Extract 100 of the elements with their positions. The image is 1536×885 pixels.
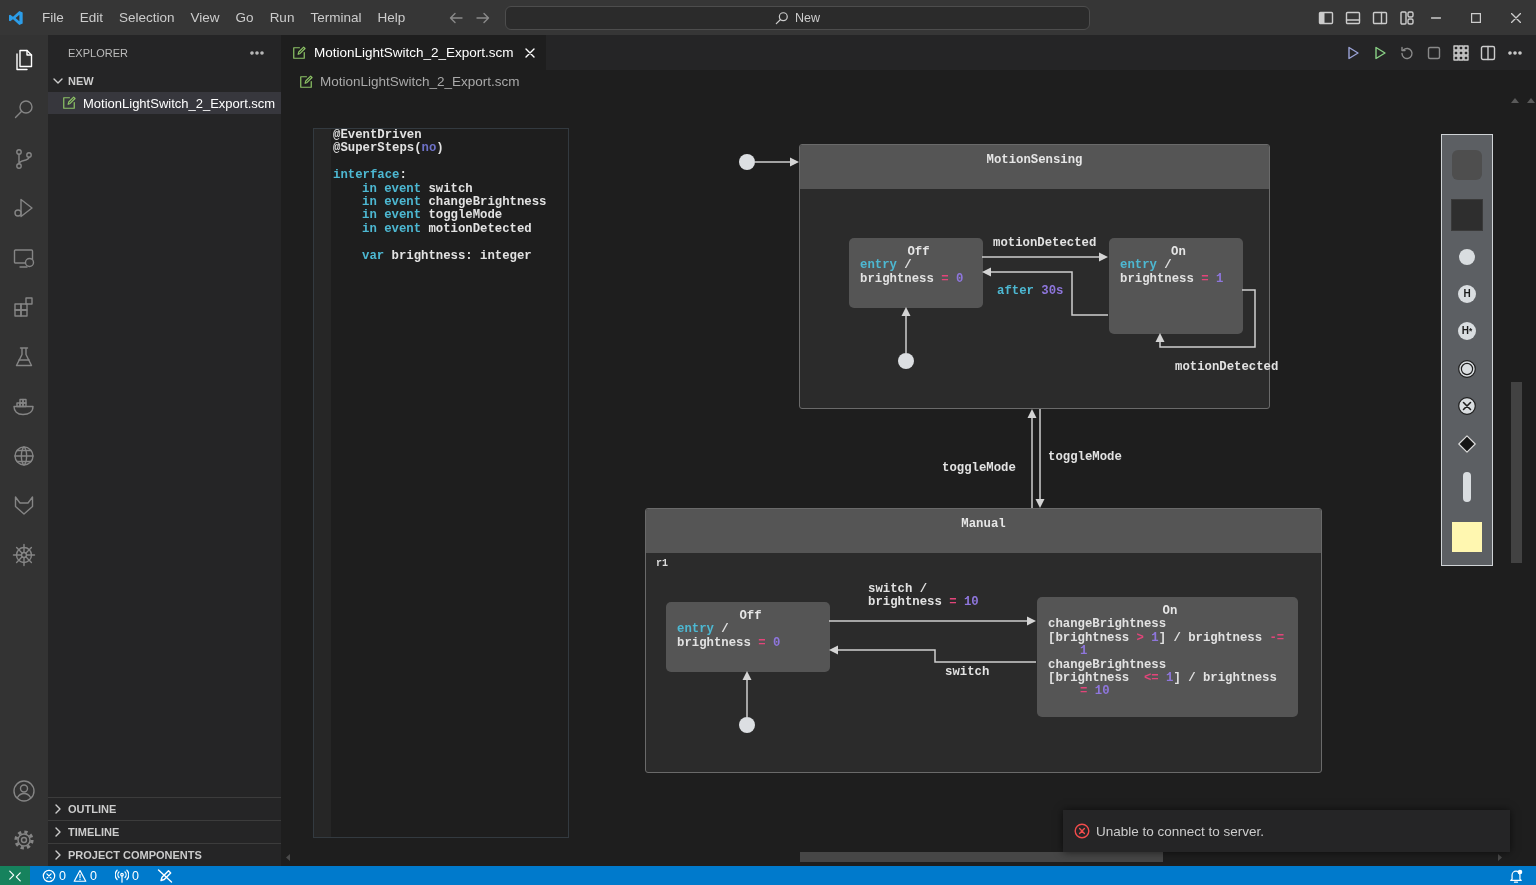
bell-icon[interactable] xyxy=(1509,868,1523,883)
pencil-square-icon xyxy=(292,45,306,60)
tree-item[interactable]: MotionLightSwitch_2_Export.scm xyxy=(48,92,281,114)
section-header[interactable]: OUTLINE xyxy=(48,797,281,820)
maximize-icon[interactable] xyxy=(1471,12,1481,23)
play-icon[interactable] xyxy=(1372,44,1388,61)
composite-state-header: Manual xyxy=(646,509,1321,553)
transition-arrow[interactable] xyxy=(981,252,1108,262)
refresh-icon[interactable] xyxy=(1399,44,1415,61)
grid-icon[interactable] xyxy=(1453,44,1469,61)
transition-label: after 30s xyxy=(997,285,1064,299)
close-icon[interactable] xyxy=(1511,12,1521,23)
state-node[interactable]: On changeBrightness [brightness > 1] / brightness -= 1 changeBrightness [brightness <= 1] / brightness = 10 xyxy=(1037,597,1298,717)
section-header[interactable]: TIMELINE xyxy=(48,820,281,843)
play-outline-icon[interactable] xyxy=(1345,44,1361,61)
bar-icon xyxy=(1463,472,1471,502)
transition-arrow[interactable] xyxy=(1155,289,1256,348)
menu-item[interactable]: Terminal xyxy=(302,0,370,35)
palette-tool-button[interactable] xyxy=(1458,359,1476,378)
state-actions: entry / brightness = 0 xyxy=(677,623,782,651)
menu-item[interactable]: Help xyxy=(369,0,414,35)
sidebar-title: EXPLORER xyxy=(68,46,128,59)
state-name: Off xyxy=(906,246,931,259)
crossed-circle-icon xyxy=(1458,397,1476,415)
broadcast-icon xyxy=(114,868,129,883)
problems-button[interactable]: 0 0 xyxy=(42,866,101,885)
error-icon xyxy=(42,868,56,883)
diamond-icon xyxy=(1458,434,1476,453)
ring-icon xyxy=(1458,359,1476,378)
triangle-left-icon xyxy=(286,854,290,861)
breadcrumb-item[interactable]: MotionLightSwitch_2_Export.scm xyxy=(320,74,520,89)
transition-label: toggleMode xyxy=(942,462,1016,476)
menu-item[interactable]: Go xyxy=(227,0,262,35)
transition-label: motionDetected xyxy=(993,237,1097,251)
section-header[interactable]: NEW xyxy=(48,70,281,92)
dot-icon xyxy=(1459,249,1475,265)
scrollbar-thumb[interactable] xyxy=(1511,382,1522,563)
command-center[interactable]: New xyxy=(505,5,1090,30)
search-icon xyxy=(775,10,789,25)
note-button[interactable] xyxy=(1452,521,1482,552)
right-panel-icon[interactable] xyxy=(1372,9,1388,26)
split-editor-icon[interactable] xyxy=(1480,44,1496,61)
transition-arrow[interactable] xyxy=(901,307,911,354)
remote-button[interactable] xyxy=(0,866,30,885)
transition-label: switch / brightness = 10 xyxy=(868,583,979,610)
initial-dot-icon[interactable] xyxy=(739,154,755,170)
layout-grid-icon[interactable] xyxy=(1399,9,1415,26)
initial-dot-icon[interactable] xyxy=(739,717,755,733)
code-line: var brightness: integer xyxy=(362,249,533,264)
menu-item[interactable]: Edit xyxy=(71,0,112,35)
bottom-panel-icon[interactable] xyxy=(1345,9,1361,26)
menu-item[interactable]: File xyxy=(34,0,72,35)
account-icon xyxy=(12,778,36,803)
composite-state-header: MotionSensing xyxy=(800,145,1269,189)
menu-item[interactable]: Run xyxy=(261,0,303,35)
ports-button[interactable]: 0 xyxy=(114,866,143,885)
ship-wheel-icon xyxy=(12,542,36,567)
menu-item[interactable]: Selection xyxy=(111,0,183,35)
settings-icon xyxy=(12,828,36,853)
left-panel-icon[interactable] xyxy=(1318,9,1334,26)
editor-tab[interactable]: MotionLightSwitch_2_Export.scm xyxy=(281,35,546,70)
remote-icon xyxy=(8,868,22,883)
state-actions: changeBrightness [brightness > 1] / brightness -= 1 changeBrightness [brightness <= 1] / brightness = 10 xyxy=(1048,618,1286,699)
code-line: in event motionDetected xyxy=(362,222,533,237)
code-editor-panel[interactable]: @EventDriven @SuperSteps(no) interface: in event switch in event changeBrightness in event toggleMode in event motionDetected var brightness: integer xyxy=(313,128,569,838)
menu-item[interactable]: View xyxy=(182,0,228,35)
globe-icon xyxy=(12,443,36,468)
blocks-icon xyxy=(12,295,36,320)
transition-arrow[interactable] xyxy=(828,616,1036,626)
transition-arrow[interactable] xyxy=(1027,409,1037,509)
state-actions: entry / brightness = 1 xyxy=(1120,259,1225,287)
warning-icon xyxy=(72,868,87,883)
state-name: On xyxy=(1161,605,1179,618)
transition-arrow[interactable] xyxy=(1035,408,1045,508)
code-line: in event toggleMode xyxy=(362,209,504,223)
state-name: On xyxy=(1171,246,1187,260)
lettered-circle-button[interactable]: H xyxy=(1458,284,1476,303)
scrollbar-thumb[interactable] xyxy=(800,852,1163,862)
error-icon xyxy=(1074,823,1090,839)
transition-arrow[interactable] xyxy=(742,671,752,718)
code-line: @SuperSteps(no) xyxy=(333,142,445,156)
pencil-square-icon xyxy=(299,74,313,89)
state-node[interactable]: On entry / brightness = 1 xyxy=(1109,238,1243,334)
square-icon[interactable] xyxy=(1426,44,1442,61)
slashed-pen-icon[interactable] xyxy=(156,867,173,884)
state-node[interactable]: Off entry / brightness = 0 xyxy=(849,238,983,308)
region-label: r1 xyxy=(656,558,668,569)
code-line: interface: xyxy=(333,169,408,183)
notification-message: Unable to connect to server. xyxy=(1096,823,1265,839)
transition-label: toggleMode xyxy=(1048,451,1122,465)
initial-dot-icon[interactable] xyxy=(898,353,914,369)
transition-arrow[interactable] xyxy=(982,267,1109,316)
state-name: Off xyxy=(738,610,763,624)
code-line: in event changeBrightness xyxy=(362,196,547,209)
transition-arrow[interactable] xyxy=(829,645,1037,663)
palette-tool-button[interactable] xyxy=(1458,397,1476,415)
transition-arrow[interactable] xyxy=(754,157,799,167)
state-node[interactable]: Off entry / brightness = 0 xyxy=(666,602,830,672)
app-logo-icon xyxy=(8,9,24,26)
triangle-right-icon xyxy=(1498,854,1502,861)
